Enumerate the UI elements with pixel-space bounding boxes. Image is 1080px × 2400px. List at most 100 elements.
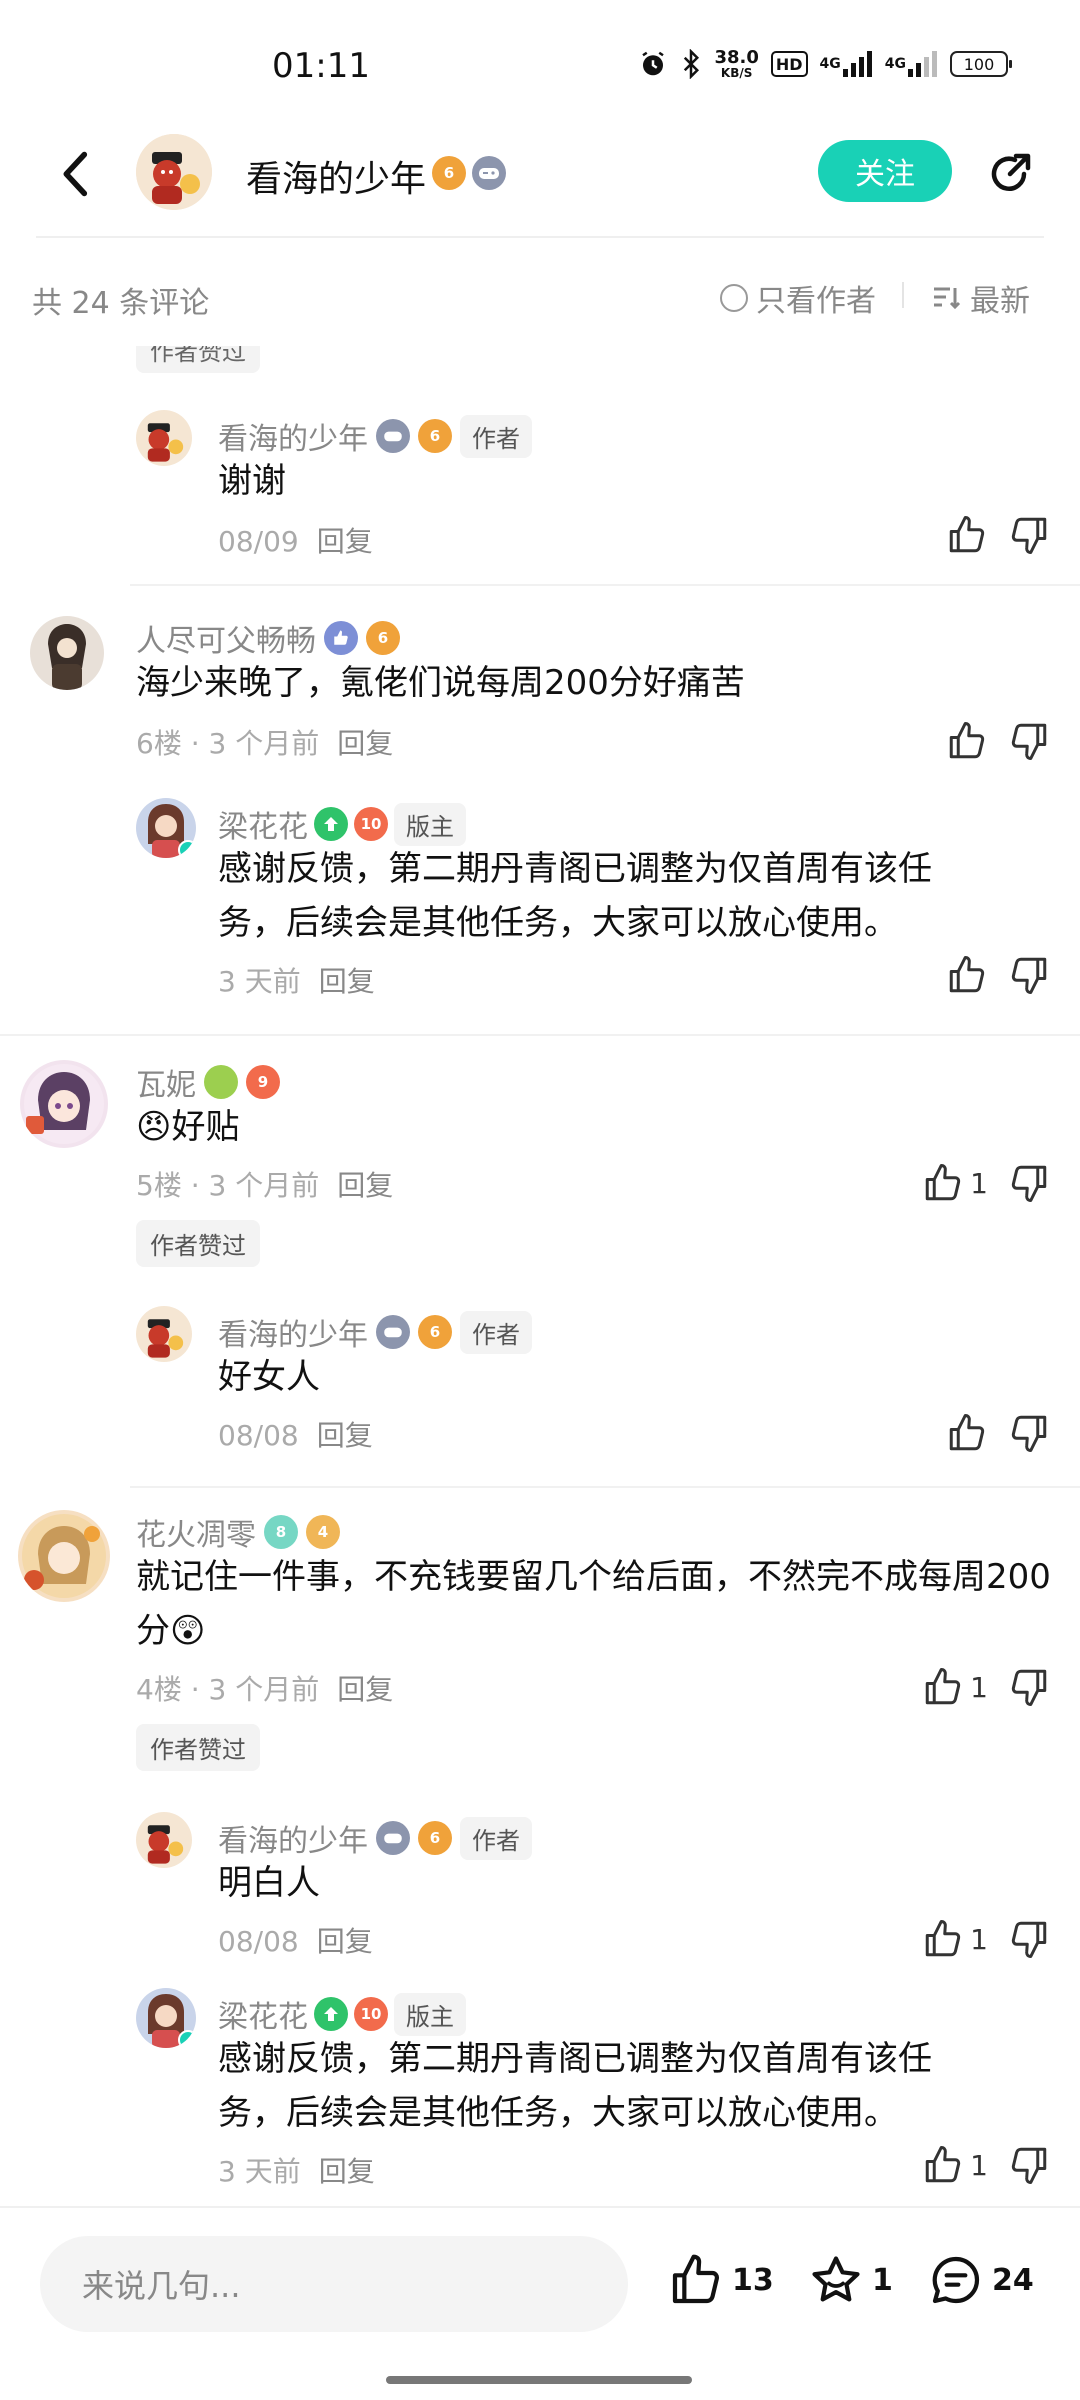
thumbs-up-icon [925,1164,961,1201]
avatar[interactable] [18,1510,110,1602]
author-liked-tag: 作者赞过 [136,1724,260,1771]
comment-floor-time: 6楼 · 3 个月前 [136,727,320,760]
like-button[interactable] [946,954,988,996]
avatar[interactable] [30,616,104,690]
share-button[interactable] [980,144,1040,204]
hd-icon: HD [770,51,808,77]
comment-text: 😠好贴 [136,1100,239,1154]
thumbs-up-icon [672,2254,719,2304]
dislike-button[interactable] [1008,720,1050,762]
author-name[interactable]: 看海的少年 [246,150,426,202]
comment-text-body: 就记住一件事，不充钱要留几个给后面，不然完不成每周200分 [136,1557,1051,1651]
author-avatar[interactable] [136,134,212,210]
avatar[interactable] [20,1060,108,1148]
like-count: 1 [970,2148,988,2182]
header: 看海的少年 6 关注 [36,120,1044,238]
only-author-toggle[interactable]: 只看作者 [720,276,876,320]
signal-label-2: 4G [884,56,906,72]
thumbs-up-icon [949,956,985,993]
reply-date: 3 天前 [218,965,301,998]
reply-link[interactable]: 回复 [337,727,393,760]
favorite-button[interactable]: 1 [808,2252,893,2308]
reply-author-name[interactable]: 梁花花 [218,1992,308,2036]
avatar[interactable] [136,410,192,466]
follow-button[interactable]: 关注 [818,140,952,202]
like-button[interactable]: 1 [922,1162,988,1204]
post-like-button[interactable]: 13 [668,2252,774,2308]
dislike-button[interactable] [1008,2144,1050,2186]
bluetooth-icon [680,48,702,80]
reply-link[interactable]: 回复 [337,1673,393,1706]
reply-author-name[interactable]: 看海的少年 [218,1310,368,1354]
moderator-tag: 版主 [394,802,466,846]
status-icons: 38.0 KB/S HD 4G 4G 100 [638,48,1012,80]
reply-actions: 1 [922,2144,1050,2186]
thumbs-up-icon [925,1920,961,1957]
sort-button[interactable]: 最新 [932,276,1030,320]
comment-author-name[interactable]: 人尽可父畅畅 [136,616,316,660]
separator [130,584,1080,586]
thumbs-up-icon [949,1414,985,1451]
comment-floor-time: 4楼 · 3 个月前 [136,1673,320,1706]
comments-button[interactable]: 24 [928,2252,1034,2308]
tier-badge-icon: 6 [418,1315,452,1349]
like-button[interactable]: 1 [922,2144,988,2186]
avatar[interactable] [136,1812,192,1868]
comment-input[interactable]: 来说几句... [40,2236,628,2332]
dislike-button[interactable] [1008,1162,1050,1204]
surprised-emoji-icon: 😲 [170,1611,206,1651]
comment-text: 就记住一件事，不充钱要留几个给后面，不然完不成每周200分😲 [136,1550,1056,1658]
only-author-label: 只看作者 [756,284,876,319]
dislike-button[interactable] [1008,514,1050,556]
status-time: 01:11 [272,46,370,86]
comment-text: 海少来晚了，氪佬们说每周200分好痛苦 [136,663,745,703]
tier-badge-icon: 6 [418,419,452,453]
tier-badge-icon: 4 [306,1515,340,1549]
reply-link[interactable]: 回复 [319,2155,375,2188]
dislike-button[interactable] [1008,1666,1050,1708]
back-button[interactable] [46,144,106,204]
thumbs-down-icon [1011,1165,1047,1202]
tier-badge-icon: 10 [354,807,388,841]
chevron-left-icon [63,151,88,197]
avatar[interactable] [136,1306,192,1362]
reply-link[interactable]: 回复 [319,965,375,998]
reply-meta: 3 天前 回复 [218,960,375,1000]
like-button[interactable]: 1 [922,1918,988,1960]
avatar[interactable] [136,798,196,858]
dislike-button[interactable] [1008,1412,1050,1454]
star-icon [812,2256,860,2302]
network-speed: 38.0 KB/S [714,49,758,80]
bottom-bar: 来说几句... 13 1 24 [0,2206,1080,2400]
comment-meta: 5楼 · 3 个月前 回复 [136,1164,393,1204]
reply-link[interactable]: 回复 [317,1419,373,1452]
reply-actions: 1 [922,1918,1050,1960]
sort-label: 最新 [970,284,1030,319]
like-button[interactable] [946,720,988,762]
reply-link[interactable]: 回复 [337,1169,393,1202]
reply-link[interactable]: 回复 [317,525,373,558]
reply-meta: 08/09 回复 [218,520,373,560]
thumbs-up-icon [925,2146,961,2183]
reply-author-name[interactable]: 看海的少年 [218,414,368,458]
reply-author-name[interactable]: 梁花花 [218,802,308,846]
reply-author-name[interactable]: 看海的少年 [218,1816,368,1860]
tier-badge-icon: 6 [418,1821,452,1855]
comment-feed[interactable]: 作者赞过 看海的少年 6 作者 谢谢 08/09 回复 人尽可父畅畅 6 海少来晚… [0,346,1080,2206]
dislike-button[interactable] [1008,954,1050,996]
reply-date: 08/08 [218,1419,299,1452]
comment-author-name[interactable]: 瓦妮 [136,1060,196,1104]
dislike-button[interactable] [1008,1918,1050,1960]
comment-author-name[interactable]: 花火凋零 [136,1510,256,1554]
home-indicator[interactable] [386,2376,692,2384]
reply-text: 明白人 [218,1863,320,1903]
like-button[interactable] [946,1412,988,1454]
reply-link[interactable]: 回复 [317,1925,373,1958]
like-button[interactable]: 1 [922,1666,988,1708]
reply-date: 3 天前 [218,2155,301,2188]
author-liked-tag: 作者赞过 [136,346,260,373]
level-up-badge-icon [314,807,348,841]
like-button[interactable] [946,514,988,556]
author-liked-tag: 作者赞过 [136,1220,260,1267]
avatar[interactable] [136,1988,196,2048]
